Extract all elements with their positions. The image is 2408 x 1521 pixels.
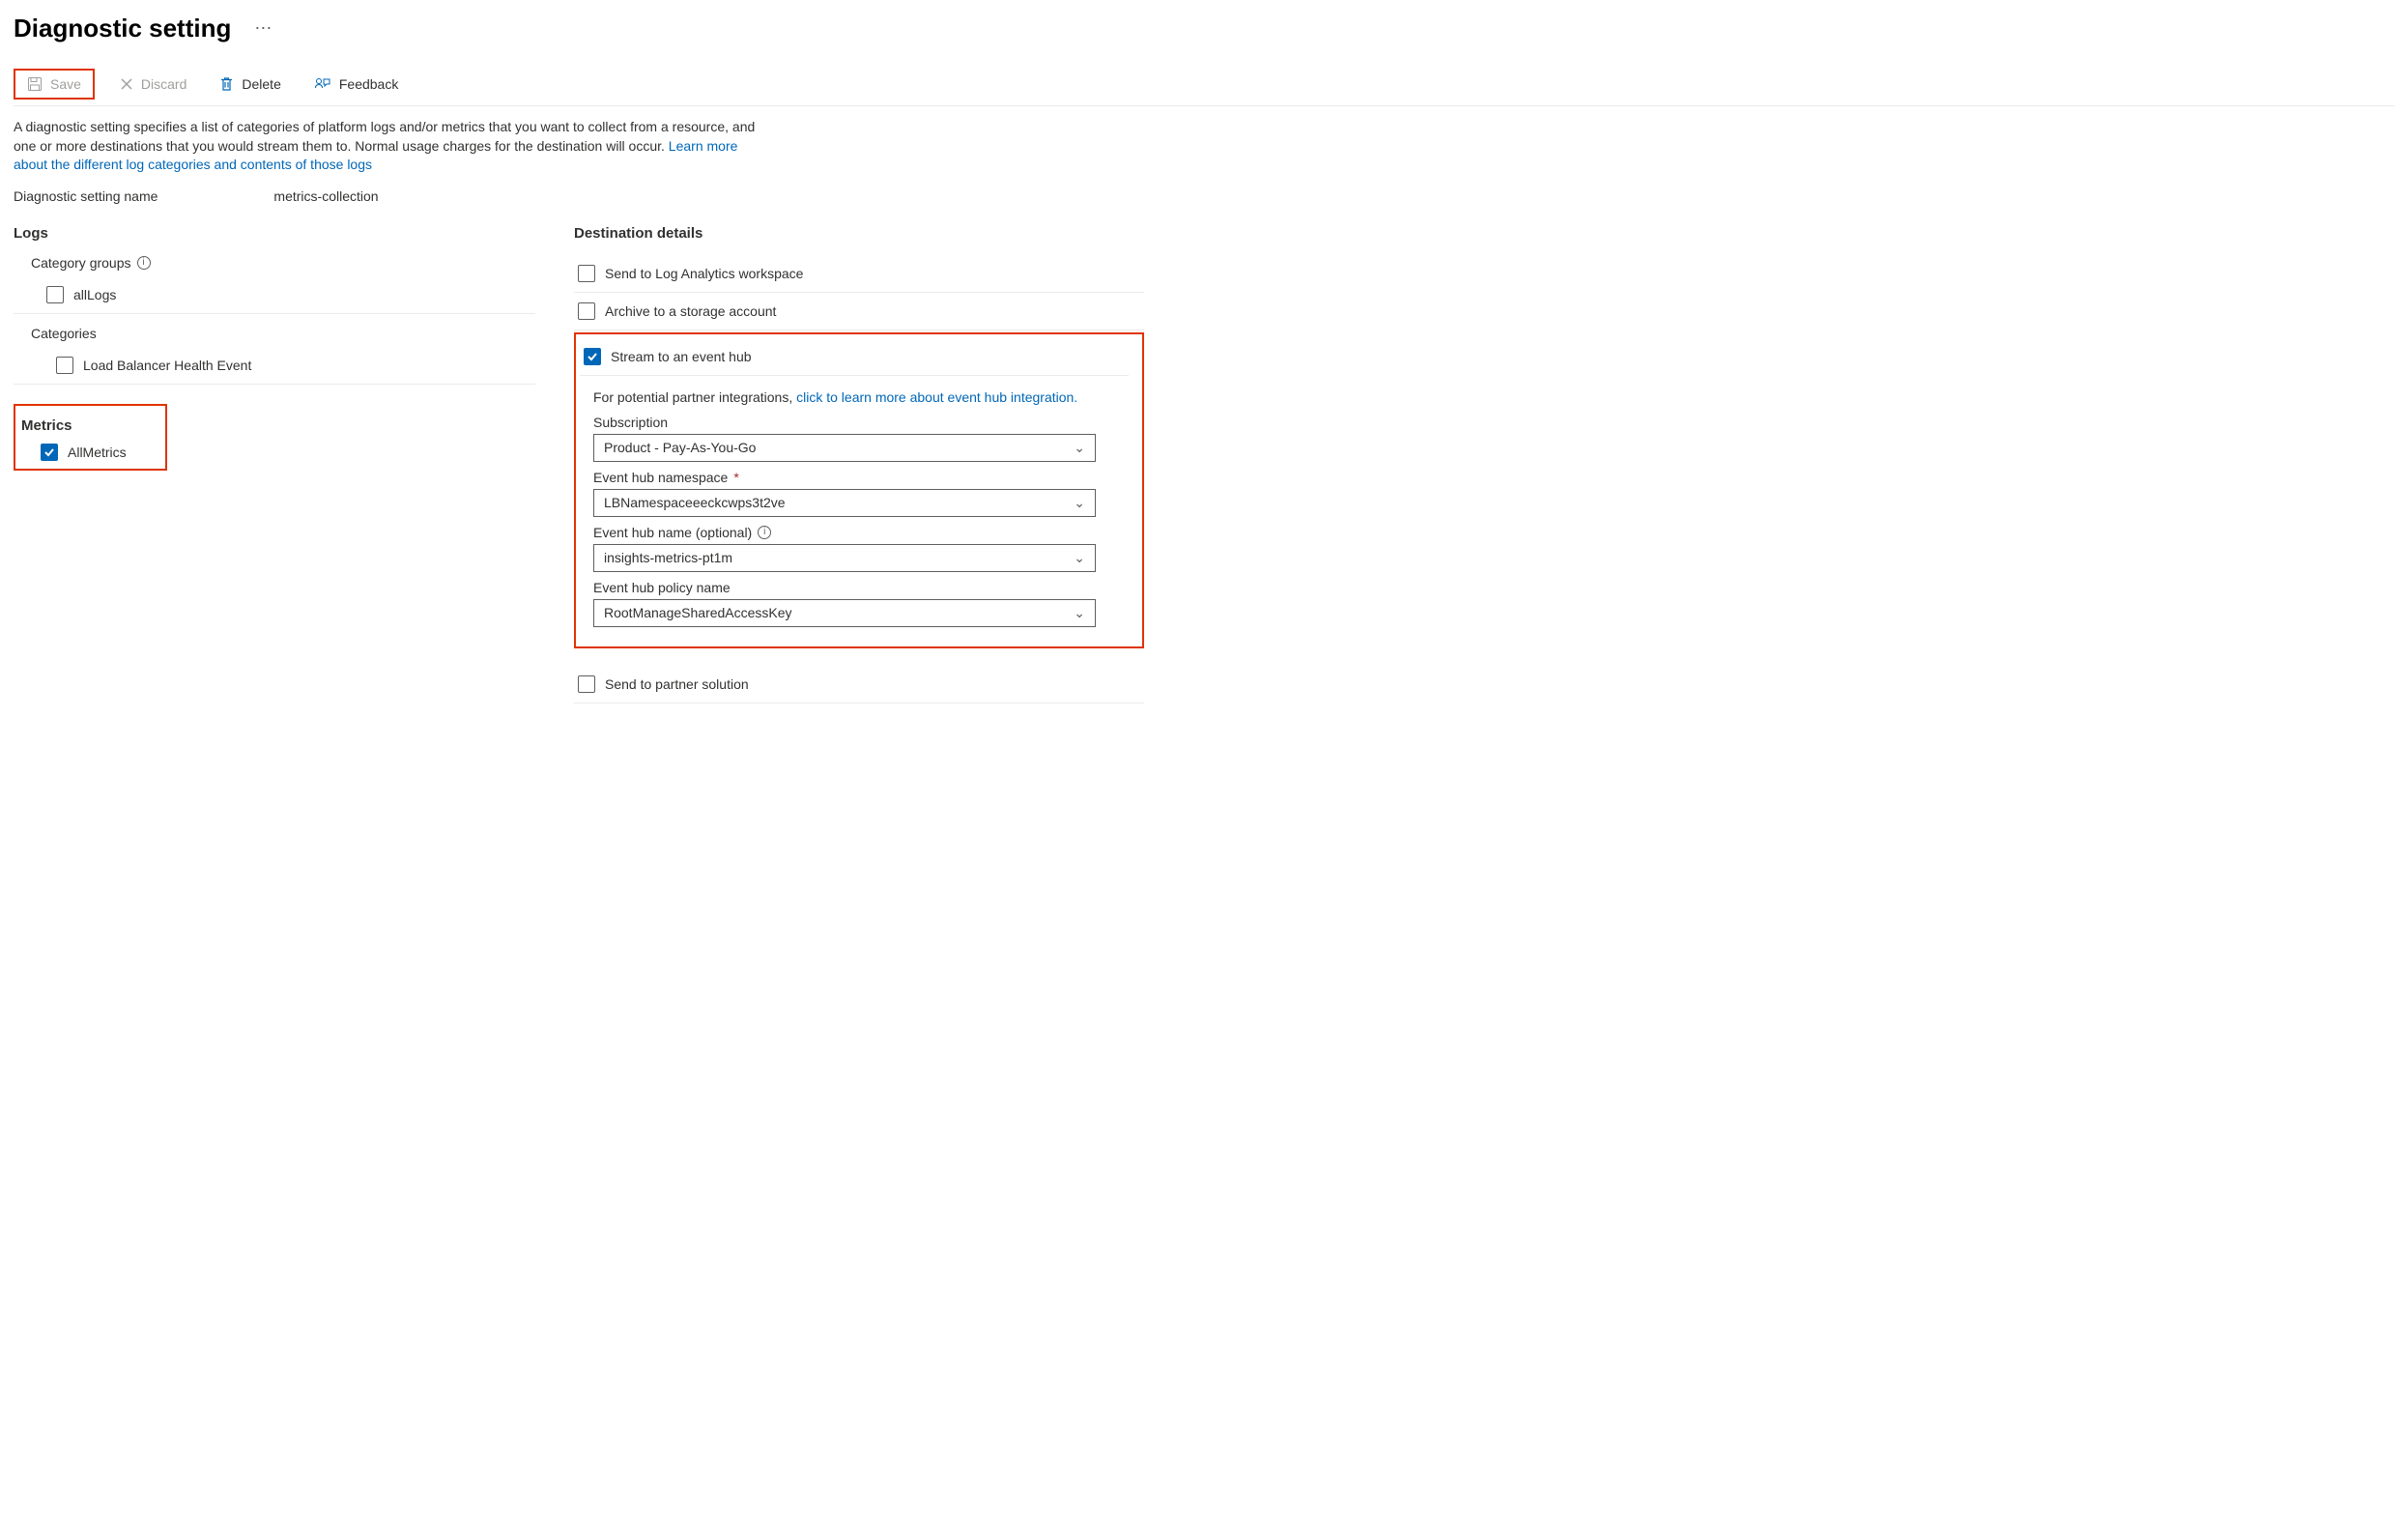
category-groups-heading: Category groups i bbox=[31, 255, 535, 271]
delete-button[interactable]: Delete bbox=[212, 72, 288, 96]
eventhubname-label-text: Event hub name (optional) bbox=[593, 525, 752, 540]
feedback-icon bbox=[314, 76, 331, 92]
subscription-select[interactable]: Product - Pay-As-You-Go ⌄ bbox=[593, 434, 1096, 462]
namespace-label-text: Event hub namespace bbox=[593, 470, 728, 485]
toolbar: Save Discard Delete Feedback bbox=[14, 61, 2394, 106]
chevron-down-icon: ⌄ bbox=[1074, 605, 1085, 621]
send-partner-label: Send to partner solution bbox=[605, 676, 749, 692]
close-icon bbox=[120, 77, 133, 91]
save-button[interactable]: Save bbox=[19, 72, 89, 96]
discard-label: Discard bbox=[141, 76, 186, 92]
eventhubname-label: Event hub name (optional) i bbox=[593, 525, 1129, 540]
save-highlight: Save bbox=[14, 69, 95, 100]
save-icon bbox=[27, 76, 43, 92]
more-actions-button[interactable]: ⋯ bbox=[254, 18, 272, 39]
allmetrics-checkbox[interactable] bbox=[41, 444, 58, 461]
lb-health-checkbox[interactable] bbox=[56, 357, 73, 374]
intro-text: A diagnostic setting specifies a list of… bbox=[14, 118, 767, 175]
archive-storage-checkbox[interactable] bbox=[578, 302, 595, 320]
info-icon[interactable]: i bbox=[137, 256, 151, 270]
chevron-down-icon: ⌄ bbox=[1074, 550, 1085, 566]
alllogs-checkbox[interactable] bbox=[46, 286, 64, 303]
subscription-label: Subscription bbox=[593, 415, 1129, 430]
namespace-label: Event hub namespace * bbox=[593, 470, 1129, 485]
category-groups-label: Category groups bbox=[31, 255, 131, 271]
intro-body: A diagnostic setting specifies a list of… bbox=[14, 119, 755, 154]
eventhubname-select[interactable]: insights-metrics-pt1m ⌄ bbox=[593, 544, 1096, 572]
chevron-down-icon: ⌄ bbox=[1074, 440, 1085, 456]
eventhub-learn-link[interactable]: click to learn more about event hub inte… bbox=[796, 389, 1077, 405]
allmetrics-label: AllMetrics bbox=[68, 445, 127, 460]
info-icon[interactable]: i bbox=[758, 526, 771, 539]
eventhub-info: For potential partner integrations, clic… bbox=[593, 389, 1129, 405]
lb-health-label: Load Balancer Health Event bbox=[83, 358, 251, 373]
policy-select[interactable]: RootManageSharedAccessKey ⌄ bbox=[593, 599, 1096, 627]
eventhub-info-prefix: For potential partner integrations, bbox=[593, 389, 796, 405]
required-indicator: * bbox=[733, 470, 738, 485]
page-title: Diagnostic setting bbox=[14, 14, 231, 43]
send-loganalytics-checkbox[interactable] bbox=[578, 265, 595, 282]
eventhubname-value: insights-metrics-pt1m bbox=[604, 550, 732, 565]
metrics-heading: Metrics bbox=[21, 417, 127, 434]
namespace-value: LBNamespaceeeckcwps3t2ve bbox=[604, 495, 786, 510]
delete-label: Delete bbox=[242, 76, 280, 92]
discard-button[interactable]: Discard bbox=[112, 72, 194, 96]
subscription-value: Product - Pay-As-You-Go bbox=[604, 440, 756, 455]
feedback-button[interactable]: Feedback bbox=[306, 72, 406, 96]
save-label: Save bbox=[50, 76, 81, 92]
destination-heading: Destination details bbox=[574, 225, 1144, 242]
policy-label: Event hub policy name bbox=[593, 580, 1129, 595]
categories-heading: Categories bbox=[31, 326, 535, 341]
chevron-down-icon: ⌄ bbox=[1074, 495, 1085, 511]
logs-heading: Logs bbox=[14, 225, 535, 242]
stream-eventhub-checkbox[interactable] bbox=[584, 348, 601, 365]
setting-name-value: metrics-collection bbox=[273, 188, 378, 204]
archive-storage-label: Archive to a storage account bbox=[605, 303, 776, 319]
namespace-select[interactable]: LBNamespaceeeckcwps3t2ve ⌄ bbox=[593, 489, 1096, 517]
alllogs-label: allLogs bbox=[73, 287, 116, 302]
policy-value: RootManageSharedAccessKey bbox=[604, 605, 792, 620]
metrics-highlight: Metrics AllMetrics bbox=[14, 404, 167, 471]
stream-eventhub-label: Stream to an event hub bbox=[611, 349, 752, 364]
setting-name-label: Diagnostic setting name bbox=[14, 188, 158, 204]
eventhub-highlight: Stream to an event hub For potential par… bbox=[574, 332, 1144, 648]
send-loganalytics-label: Send to Log Analytics workspace bbox=[605, 266, 803, 281]
feedback-label: Feedback bbox=[339, 76, 398, 92]
send-partner-checkbox[interactable] bbox=[578, 675, 595, 693]
trash-icon bbox=[219, 76, 234, 92]
